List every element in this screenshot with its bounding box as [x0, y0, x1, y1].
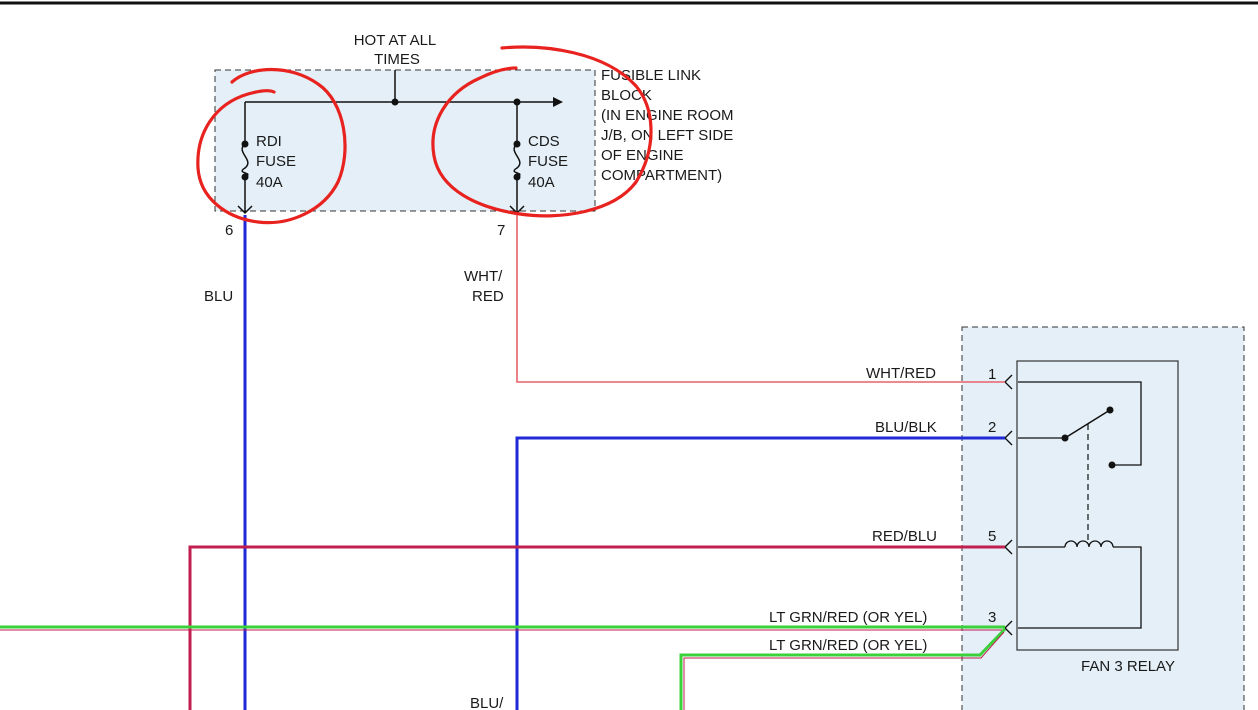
fusible-block-title-line3: (IN ENGINE ROOM	[601, 107, 734, 124]
relay-pin2-number: 2	[988, 419, 996, 436]
wire-label-blu: BLU	[204, 288, 233, 305]
rdi-pin-number: 6	[225, 222, 233, 239]
rdi-fuse-line2: FUSE	[256, 153, 296, 170]
relay-pin1-number: 1	[988, 366, 996, 383]
rdi-fuse-line1: RDI	[256, 133, 282, 150]
cds-fuse-line2: FUSE	[528, 153, 568, 170]
wire-label-wht-red-line1: WHT/	[464, 268, 503, 285]
wire-label-wht-red-horizontal: WHT/RED	[866, 365, 936, 382]
wire-label-blu-bottom: BLU/	[470, 695, 504, 710]
fusible-link-block: HOT AT ALL TIMES RDI FUSE 40A 6 CDS FUSE…	[214, 32, 734, 239]
wire-label-lt-grn-red-1: LT GRN/RED (OR YEL)	[769, 609, 927, 626]
wire-label-red-blu: RED/BLU	[872, 528, 937, 545]
relay-body	[1016, 360, 1179, 651]
wire-blu-blk	[515, 436, 1005, 710]
fusible-block-title-line4: J/B, ON LEFT SIDE	[601, 127, 733, 144]
fan-3-relay: 1 2 5 3 FAN 3 RELAY	[961, 326, 1245, 710]
relay-title: FAN 3 RELAY	[1081, 658, 1175, 675]
wire-label-blu-blk: BLU/BLK	[875, 419, 937, 436]
cds-fuse-line1: CDS	[528, 133, 560, 150]
rdi-fuse-line3: 40A	[256, 174, 283, 191]
wires: BLU WHT/ RED WHT/RED BLU/BLK BLU/ RED/BL…	[0, 215, 1007, 710]
cds-pin-number: 7	[497, 222, 505, 239]
cds-fuse-line3: 40A	[528, 174, 555, 191]
wire-label-lt-grn-red-2: LT GRN/RED (OR YEL)	[769, 637, 927, 654]
wire-wht-red	[516, 215, 1005, 383]
fusible-block-title-line5: OF ENGINE	[601, 147, 684, 164]
wire-label-wht-red-line2: RED	[472, 288, 504, 305]
relay-pin3-number: 3	[988, 609, 996, 626]
hot-label-line1: HOT AT ALL	[354, 32, 437, 49]
hot-junction	[391, 98, 399, 106]
hot-label-line2: TIMES	[374, 51, 420, 68]
wiring-diagram: HOT AT ALL TIMES RDI FUSE 40A 6 CDS FUSE…	[0, 1, 1258, 710]
fusible-block-title-line6: COMPARTMENT)	[601, 167, 722, 184]
relay-pin5-number: 5	[988, 528, 996, 545]
